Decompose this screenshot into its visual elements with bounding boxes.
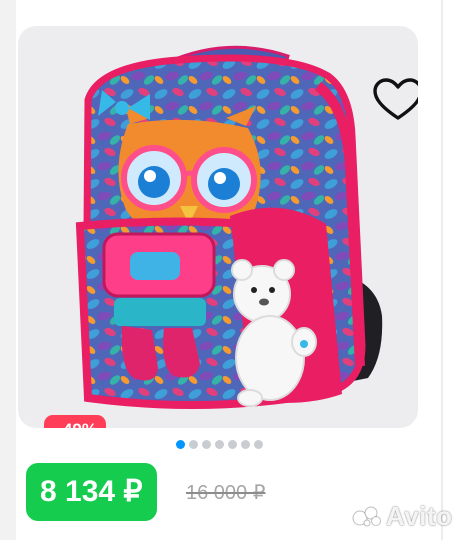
gallery-dot[interactable] xyxy=(202,439,211,449)
heart-outline-icon[interactable] xyxy=(370,76,418,124)
gallery-dot[interactable] xyxy=(254,439,263,449)
gallery-dot[interactable] xyxy=(241,439,250,449)
gallery-dot[interactable] xyxy=(228,439,237,449)
backpack-product-image[interactable] xyxy=(18,26,418,428)
right-divider xyxy=(441,0,443,540)
discount-badge: −49% xyxy=(44,415,106,428)
avito-logo-icon xyxy=(352,506,381,527)
old-price: 16 000 ₽ xyxy=(186,482,266,504)
watermark-text: Avito xyxy=(386,500,453,531)
left-edge-strip xyxy=(0,0,16,540)
product-gallery-card[interactable]: −49% xyxy=(18,26,418,428)
gallery-dot[interactable] xyxy=(215,439,224,449)
gallery-dot[interactable] xyxy=(176,439,185,449)
gallery-pagination[interactable] xyxy=(176,438,263,450)
avito-watermark: Avito xyxy=(352,499,453,533)
gallery-dot[interactable] xyxy=(189,439,198,449)
current-price-badge: 8 134 ₽ xyxy=(26,463,157,521)
